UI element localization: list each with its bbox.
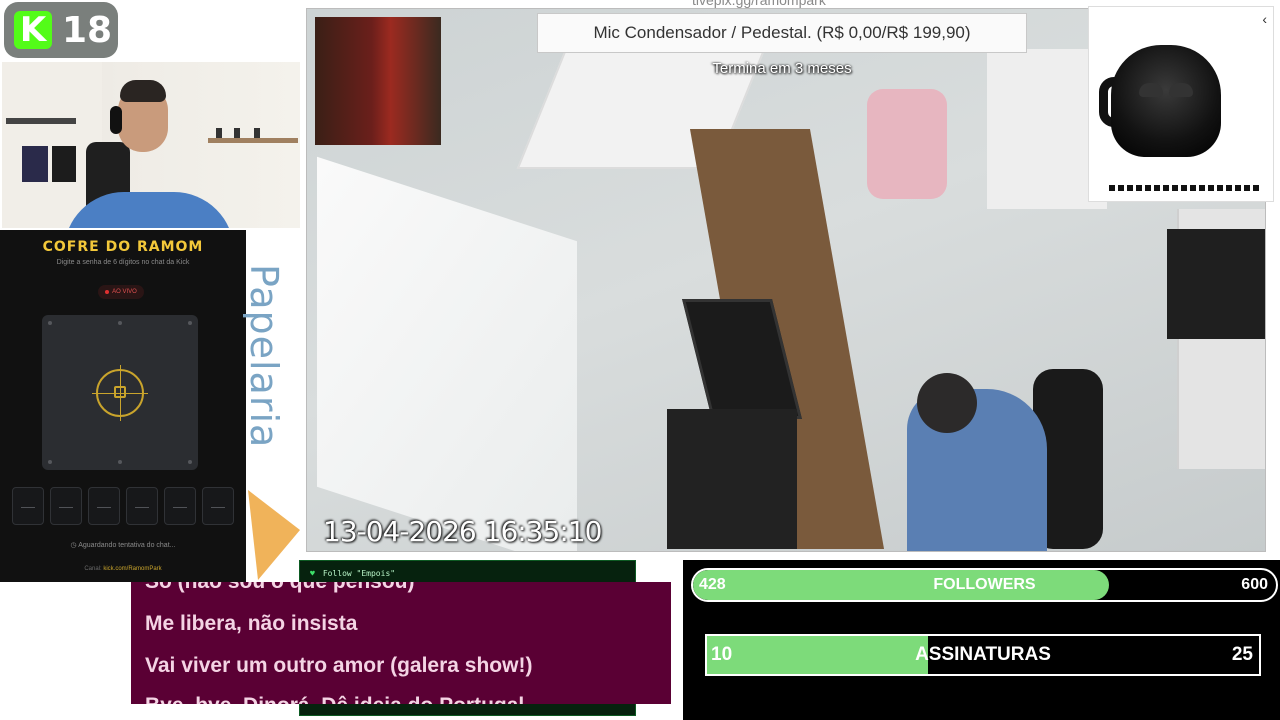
papelaria-text: Papelaria bbox=[242, 264, 286, 449]
vault-status: ◷ Aguardando tentativa do chat... bbox=[70, 542, 176, 549]
subs-target: 25 bbox=[1231, 644, 1253, 665]
camera-timestamp: 13-04-2026 16:35:10 bbox=[323, 515, 602, 548]
webcam-poster bbox=[52, 146, 76, 182]
subs-label: ASSINATURAS bbox=[915, 644, 1051, 665]
vault-status-text: Aguardando tentativa do chat... bbox=[78, 542, 176, 549]
live-badge: AO VIVO bbox=[98, 285, 144, 299]
webcam-figure bbox=[254, 128, 260, 138]
follow-alert: ♥ Follow "Empois" bbox=[310, 569, 395, 578]
rivet-icon bbox=[188, 321, 192, 325]
lyric-line: Me libera, não insista bbox=[145, 612, 358, 635]
code-digit: — bbox=[164, 487, 196, 525]
headset-icon bbox=[110, 106, 122, 134]
live-label: AO VIVO bbox=[112, 289, 137, 295]
code-digit: — bbox=[202, 487, 234, 525]
vault-link-url: kick.com/RamomPark bbox=[103, 566, 162, 572]
live-dot-icon bbox=[105, 290, 110, 294]
mug-eye bbox=[1139, 83, 1163, 97]
webcam-shelf bbox=[6, 118, 76, 124]
vault-subtitle: Digite a senha de 6 dígitos no chat da K… bbox=[56, 259, 190, 266]
followers-label: FOLLOWERS bbox=[933, 576, 1036, 593]
camera-pink-chair bbox=[867, 89, 947, 199]
code-digit: — bbox=[126, 487, 158, 525]
camera-printer bbox=[1167, 229, 1265, 339]
rivet-icon bbox=[118, 321, 122, 325]
vault-title: COFRE DO RAMOM bbox=[42, 239, 204, 255]
donation-goal-banner: Mic Condensador / Pedestal. (R$ 0,00/R$ … bbox=[537, 13, 1027, 53]
webcam-figure bbox=[216, 128, 222, 138]
rivet-icon bbox=[188, 460, 192, 464]
kick-logo-icon: K bbox=[14, 10, 52, 50]
room-painting bbox=[315, 17, 441, 145]
followers-target: 600 bbox=[1241, 576, 1268, 593]
decorative-shape bbox=[248, 490, 300, 580]
followers-goal-bar: 428 FOLLOWERS 600 bbox=[691, 568, 1278, 602]
lyric-line: Bye, bye, Dinorá, Dê ideia do Portugal bbox=[145, 694, 524, 704]
lyric-line: Vai viver um outro amor (galera show!) bbox=[145, 654, 533, 677]
goal-timer: Termina em 3 meses bbox=[712, 60, 852, 77]
code-digit: — bbox=[88, 487, 120, 525]
mug-eye bbox=[1169, 83, 1193, 97]
lyrics-box: So (não sou o que pensou) Me libera, não… bbox=[131, 582, 671, 704]
rivet-icon bbox=[48, 321, 52, 325]
camera-person-head bbox=[917, 373, 977, 433]
code-digit: — bbox=[12, 487, 44, 525]
vault-panel: COFRE DO RAMOM Digite a senha de 6 dígit… bbox=[0, 230, 246, 582]
papelaria-label: Papelaria bbox=[242, 262, 286, 449]
kick-18-logo: K 18 bbox=[4, 2, 118, 58]
code-digits: — — — — — — bbox=[12, 487, 234, 525]
streamer-hair bbox=[120, 80, 166, 102]
darth-vader-mug-image bbox=[1111, 45, 1221, 157]
heart-icon: ♥ bbox=[310, 569, 315, 578]
vault-link-prefix: Canal: bbox=[84, 566, 102, 572]
product-caption-strip bbox=[1109, 185, 1261, 191]
webcam-figure bbox=[234, 128, 240, 138]
follow-alert-text: Follow "Empois" bbox=[322, 569, 396, 578]
webcam-shelf bbox=[208, 138, 298, 143]
vault-dial-icon bbox=[92, 365, 148, 421]
lock-icon bbox=[114, 386, 126, 398]
subs-goal-bar: 10 ASSINATURAS 25 bbox=[705, 634, 1261, 676]
goal-bars: 428 FOLLOWERS 600 10 ASSINATURAS 25 bbox=[683, 560, 1280, 720]
camera-pc-tower bbox=[667, 409, 797, 549]
streamer-webcam bbox=[2, 62, 300, 228]
rivet-icon bbox=[118, 460, 122, 464]
rivet-icon bbox=[48, 460, 52, 464]
chevron-left-icon[interactable]: ‹ bbox=[1262, 11, 1267, 27]
stream-url: tivepix.gg/ramompark bbox=[692, 0, 826, 8]
lyric-line: So (não sou o que pensou) bbox=[145, 582, 415, 594]
logo-number: 18 bbox=[62, 9, 113, 51]
safe-door bbox=[42, 315, 198, 470]
vault-link: Canal: kick.com/RamomPark bbox=[0, 566, 246, 572]
product-image-card: ‹ bbox=[1088, 6, 1274, 202]
webcam-poster bbox=[22, 146, 48, 182]
code-digit: — bbox=[50, 487, 82, 525]
